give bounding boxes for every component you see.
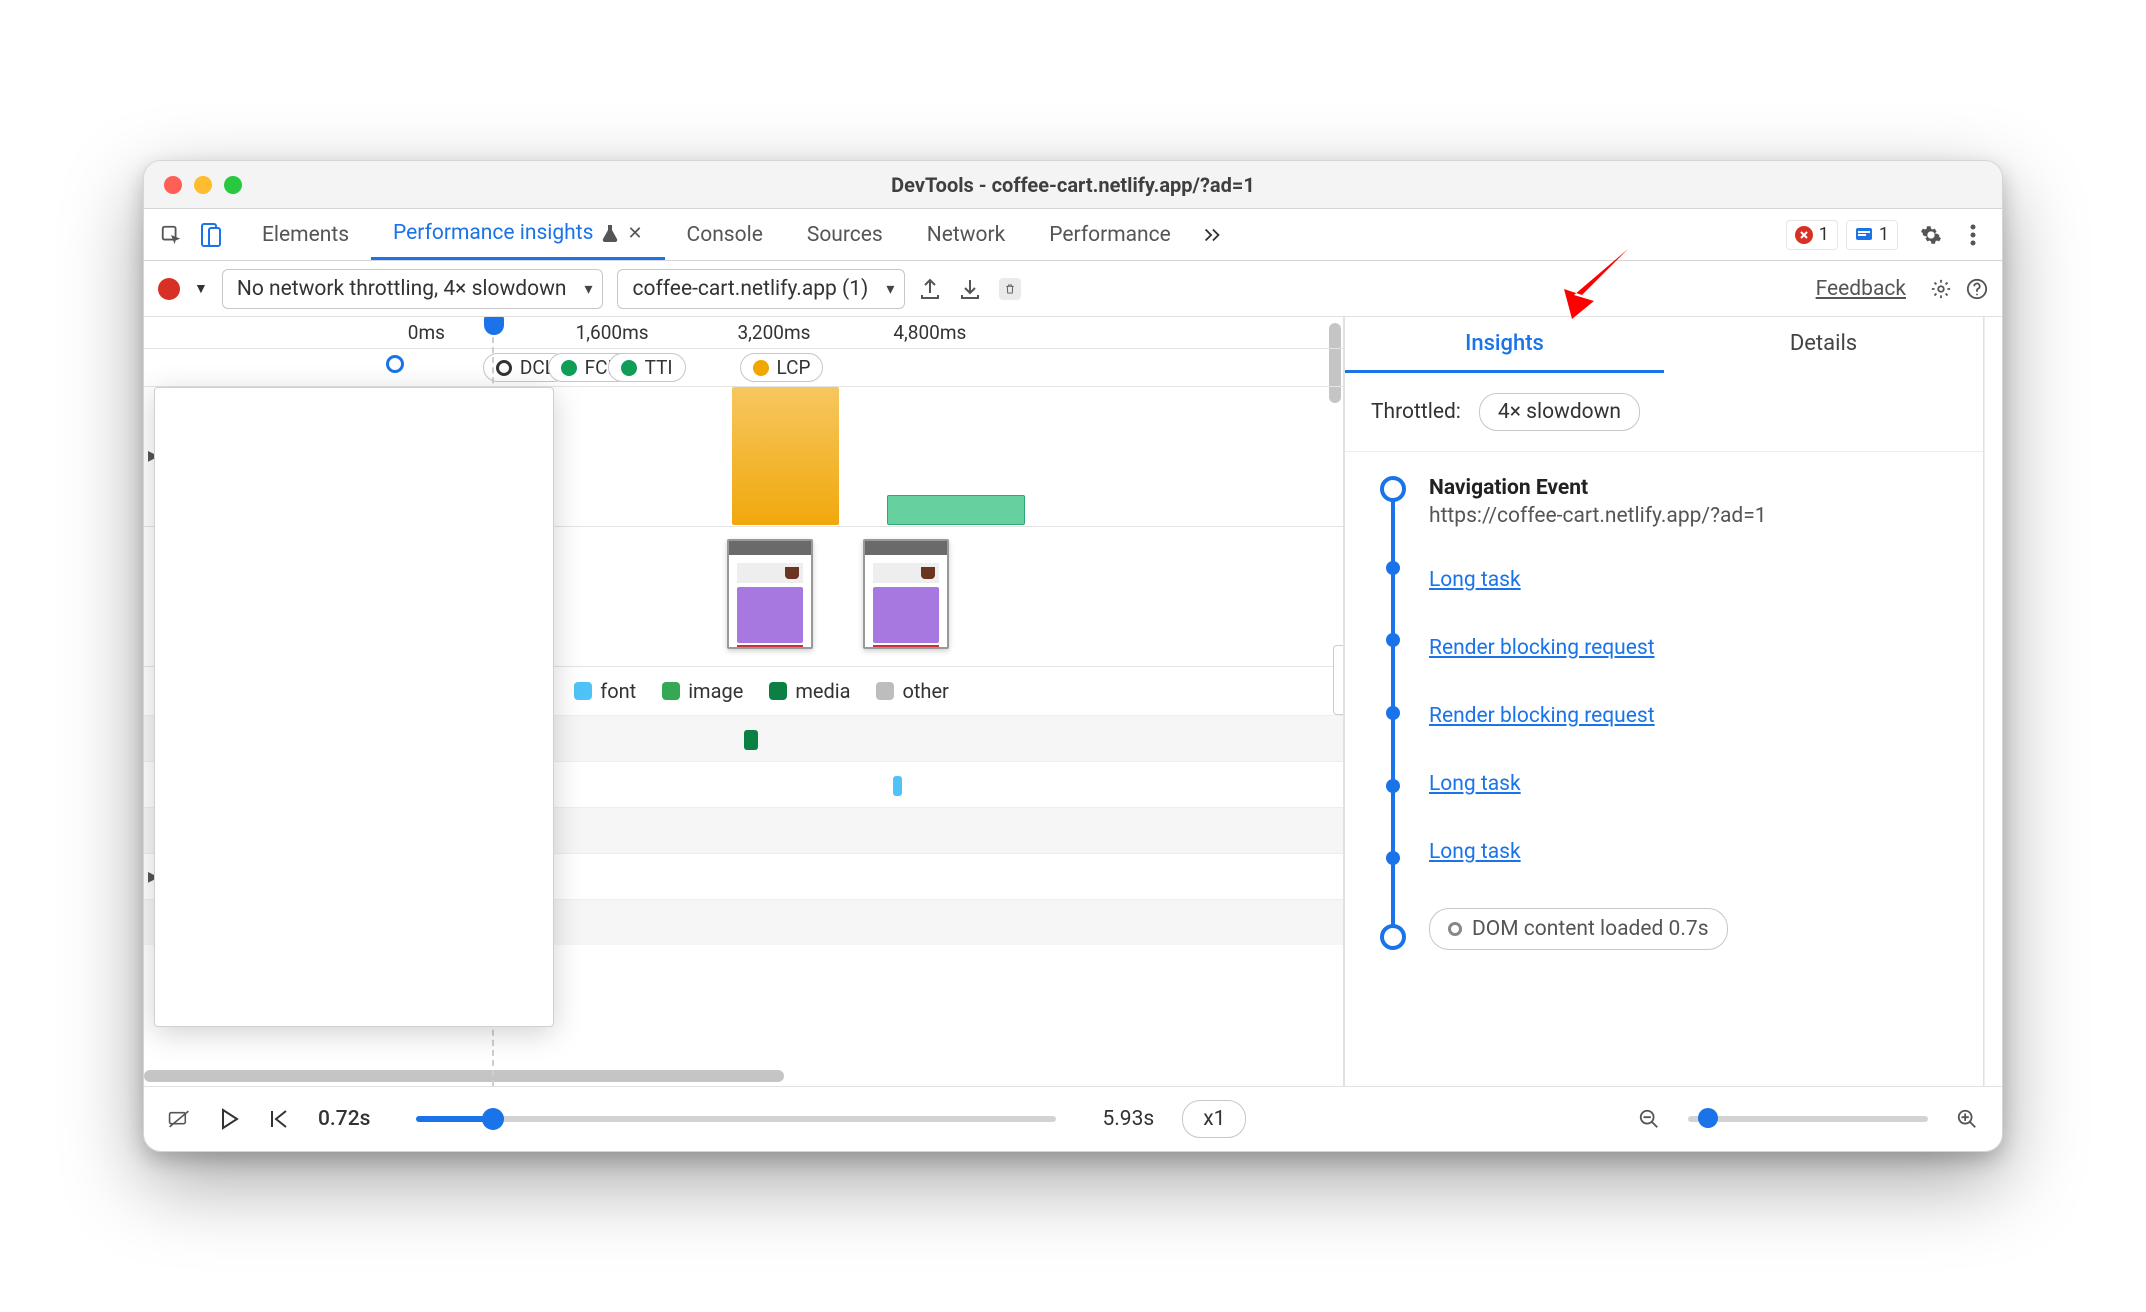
window-title: DevTools - coffee-cart.netlify.app/?ad=1 (144, 173, 2002, 197)
time-ruler[interactable]: 0ms 1,600ms 3,200ms 4,800ms (144, 317, 1343, 349)
seek-start-icon[interactable] (268, 1108, 290, 1130)
messages-badge[interactable]: 1 (1846, 220, 1898, 250)
details-pane: Insights Details Throttled: 4× slowdown … (1344, 317, 1984, 1086)
timeline-hscroll[interactable] (144, 1066, 1343, 1086)
play-icon[interactable] (218, 1108, 240, 1130)
seek-slider[interactable] (416, 1116, 1056, 1122)
legend-image[interactable]: image (662, 679, 743, 703)
zoom-in-icon[interactable] (1956, 1108, 1978, 1130)
throttled-value[interactable]: 4× slowdown (1479, 393, 1640, 431)
legend-font[interactable]: font (574, 679, 636, 703)
tab-performance[interactable]: Performance (1027, 209, 1192, 260)
close-tab-icon[interactable]: ✕ (627, 223, 642, 244)
filmstrip-frame[interactable] (863, 539, 949, 649)
resource-chip[interactable] (893, 776, 901, 796)
origin-marker (386, 355, 404, 373)
feedback-link[interactable]: Feedback (1816, 277, 1906, 301)
help-icon[interactable] (1966, 278, 1988, 300)
record-button[interactable] (158, 278, 180, 300)
insight-link[interactable]: Long task (1429, 568, 1521, 592)
resource-chip[interactable] (744, 730, 758, 750)
tab-console[interactable]: Console (665, 209, 785, 260)
block-orange[interactable] (732, 387, 840, 525)
experiment-icon (601, 223, 619, 243)
tab-elements[interactable]: Elements (240, 209, 371, 260)
legend-other[interactable]: other (876, 679, 948, 703)
zoom-out-icon[interactable] (1638, 1108, 1660, 1130)
tab-performance-insights[interactable]: Performance insights ✕ (371, 209, 665, 260)
timeline-node (1380, 476, 1406, 502)
ruler-tick: 4,800ms (893, 321, 966, 344)
main-area: 0ms1,600ms3,200ms4,800ms DCLFCPTTILCP cs… (144, 317, 2002, 1087)
pane-collapser[interactable]: › (1333, 645, 1344, 715)
total-time: 5.93s (1102, 1107, 1154, 1131)
block-green[interactable] (887, 495, 1025, 525)
metrics-markers-row: DCLFCPTTILCP (144, 349, 1343, 387)
playback-rate[interactable]: x1 (1182, 1100, 1246, 1138)
insights-list: Navigation Event https://coffee-cart.netl… (1345, 452, 1983, 950)
throttled-label: Throttled: (1371, 400, 1461, 424)
window-titlebar: DevTools - coffee-cart.netlify.app/?ad=1 (144, 161, 2002, 209)
insight-link[interactable]: Long task (1429, 772, 1521, 796)
tab-network[interactable]: Network (905, 209, 1028, 260)
right-scrollbar[interactable] (1984, 317, 2002, 1086)
panel-settings-icon[interactable] (1930, 278, 1952, 300)
nav-event-heading: Navigation Event (1429, 476, 1963, 500)
minimize-window-button[interactable] (194, 176, 212, 194)
kebab-menu-icon[interactable] (1962, 224, 1984, 246)
recording-select[interactable]: coffee-cart.netlify.app (1) (617, 269, 905, 309)
import-icon[interactable] (959, 278, 981, 300)
dtab-insights[interactable]: Insights (1345, 317, 1664, 373)
hover-overlay (154, 387, 554, 1027)
dtab-details[interactable]: Details (1664, 317, 1983, 373)
devtools-window: DevTools - coffee-cart.netlify.app/?ad=1… (143, 160, 2003, 1152)
dom-content-loaded-pill[interactable]: DOM content loaded 0.7s (1429, 908, 1728, 950)
zoom-slider[interactable] (1688, 1116, 1928, 1122)
throttle-row: Throttled: 4× slowdown (1345, 373, 1983, 452)
current-time: 0.72s (318, 1107, 370, 1131)
timeline-pane: 0ms1,600ms3,200ms4,800ms DCLFCPTTILCP cs… (144, 317, 1344, 1086)
export-icon[interactable] (919, 278, 941, 300)
insight-link[interactable]: Render blocking request (1429, 704, 1655, 728)
devtools-tabbar: Elements Performance insights ✕ Console … (144, 209, 2002, 261)
replay-disabled-icon[interactable] (168, 1108, 190, 1130)
metric-marker-lcp[interactable]: LCP (740, 353, 824, 382)
window-controls (144, 176, 242, 194)
throttling-select[interactable]: No network throttling, 4× slowdown (222, 269, 604, 309)
zoom-window-button[interactable] (224, 176, 242, 194)
filmstrip-frame[interactable] (727, 539, 813, 649)
timeline-node (1380, 924, 1406, 950)
settings-icon[interactable] (1920, 224, 1942, 246)
device-toolbar-icon[interactable] (200, 224, 222, 246)
insight-link[interactable]: Render blocking request (1429, 636, 1655, 660)
inspect-element-icon[interactable] (160, 224, 182, 246)
legend-media[interactable]: media (769, 679, 850, 703)
nav-event-url: https://coffee-cart.netlify.app/?ad=1 (1429, 504, 1963, 528)
ruler-tick: 1,600ms (576, 321, 649, 344)
metric-marker-tti[interactable]: TTI (608, 353, 686, 382)
close-window-button[interactable] (164, 176, 182, 194)
ruler-tick: 0ms (408, 321, 445, 344)
player-footer: 0.72s 5.93s x1 (144, 1087, 2002, 1151)
insights-toolbar: ▼ No network throttling, 4× slowdown cof… (144, 261, 2002, 317)
errors-badge[interactable]: 1 (1786, 220, 1838, 250)
ruler-tick: 3,200ms (738, 321, 811, 344)
delete-icon[interactable] (999, 278, 1021, 300)
insight-link[interactable]: Long task (1429, 840, 1521, 864)
tab-sources[interactable]: Sources (785, 209, 905, 260)
more-tabs-button[interactable] (1193, 209, 1231, 260)
details-tabs: Insights Details (1345, 317, 1983, 373)
record-dropdown[interactable]: ▼ (194, 280, 208, 297)
